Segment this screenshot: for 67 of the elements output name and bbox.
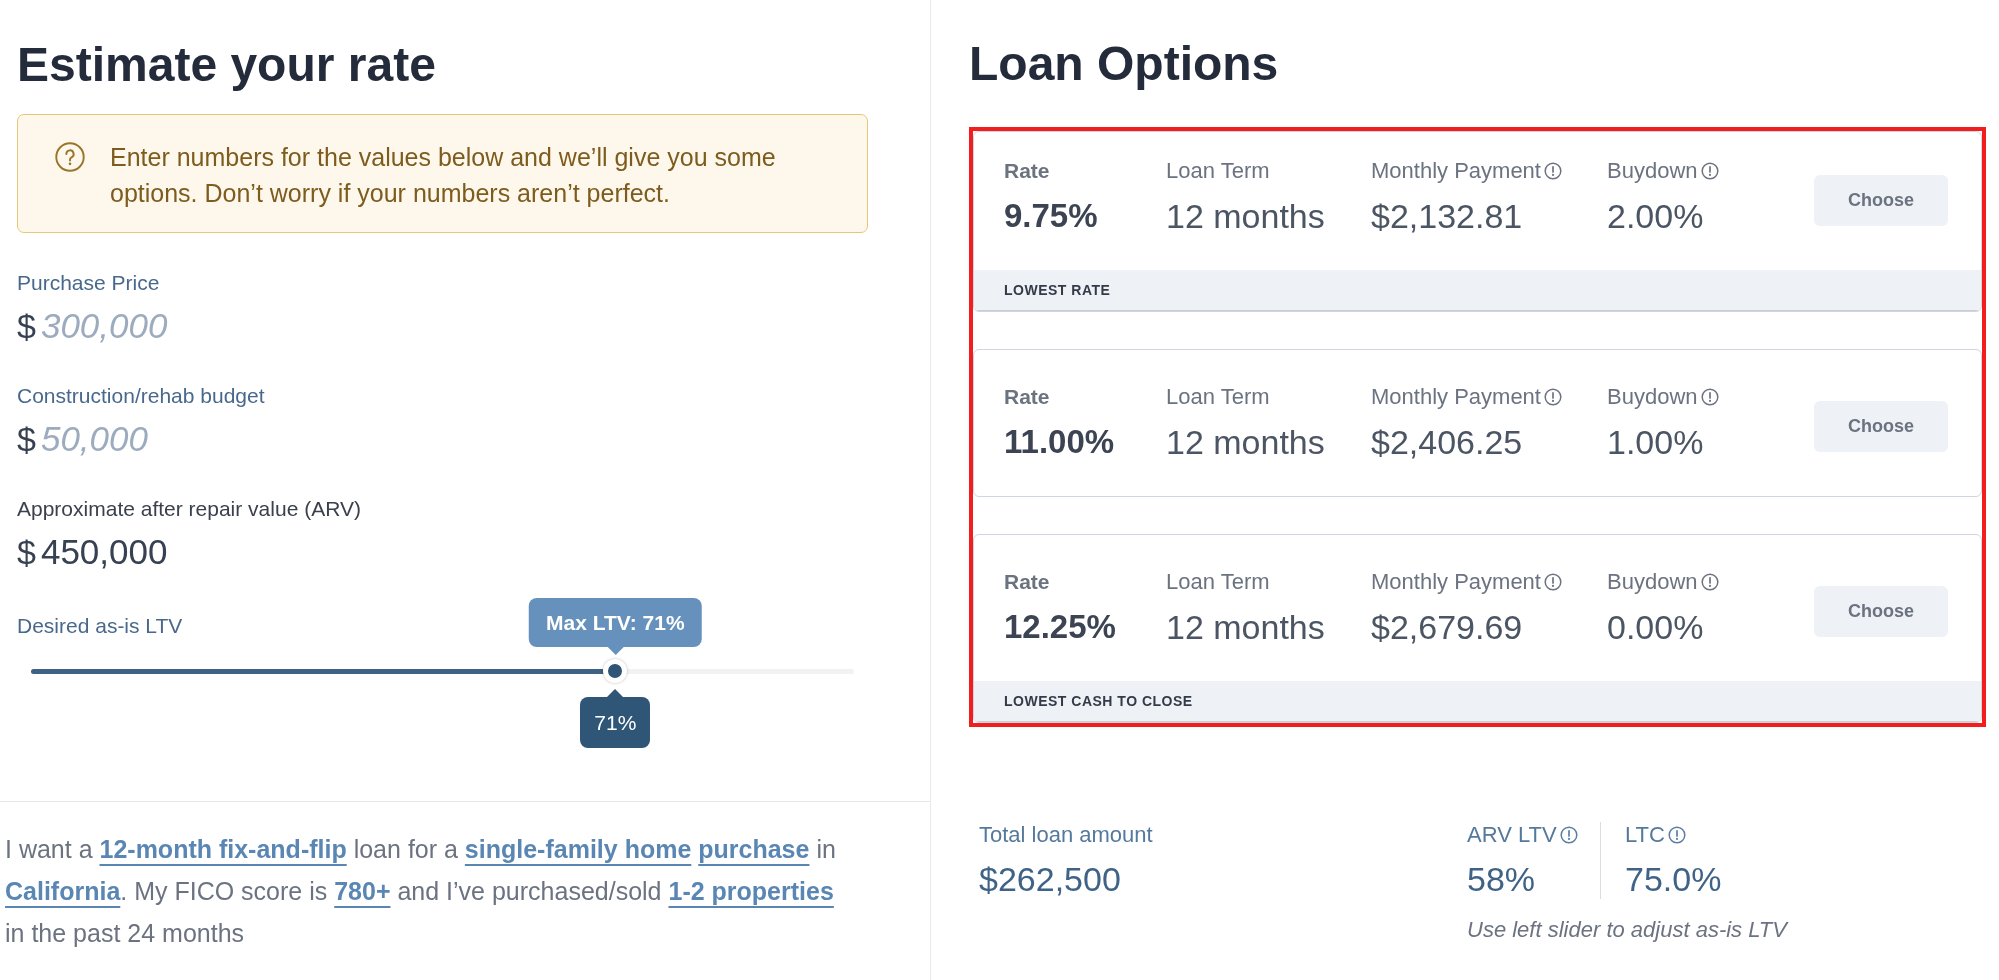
amount-input[interactable]: 450,000	[40, 532, 197, 572]
option-value: 12 months	[1166, 422, 1325, 462]
option-label: Rate	[1004, 569, 1050, 595]
option-label: Buydown	[1607, 569, 1698, 595]
currency-symbol: $	[17, 419, 36, 459]
slider-hint-note: Use left slider to adjust as-is LTV	[1467, 917, 1790, 943]
info-icon[interactable]	[1543, 573, 1562, 591]
stat-value: 75.0%	[1625, 859, 1722, 899]
loan-summary-sentence: I want a 12-month fix-and-flip loan for a single-family home purchase in California. My FICO score is 780+ and I’ve purchased/sold 1-2 properties in the past 24 months	[5, 834, 837, 949]
currency-symbol: $	[17, 306, 36, 346]
page-title: Estimate your rate	[17, 37, 437, 93]
summary-link[interactable]: 1-2 properties	[668, 877, 834, 905]
value-tooltip: 71%	[580, 689, 651, 748]
stat-value: $262,500	[979, 859, 1121, 899]
field-label: Approximate after repair value (ARV)	[17, 496, 361, 522]
option-label: Loan Term	[1166, 384, 1270, 410]
summary-link[interactable]: 780+	[334, 877, 391, 905]
field-label: Construction/rehab budget	[17, 383, 265, 409]
option-tag: LOWEST RATE	[974, 270, 1981, 311]
amount-input[interactable]: 50,000	[40, 419, 177, 459]
amount-input[interactable]: 300,000	[40, 306, 197, 346]
summary-link[interactable]: purchase	[698, 835, 810, 863]
option-label: Loan Term	[1166, 569, 1270, 595]
option-label: Monthly Payment	[1371, 569, 1541, 595]
option-value: 9.75%	[1004, 196, 1098, 236]
option-value: $2,406.25	[1371, 422, 1523, 462]
currency-symbol: $	[17, 532, 36, 572]
stat-value: 58%	[1467, 859, 1536, 899]
info-icon[interactable]	[1559, 826, 1578, 844]
section-title: Loan Options	[969, 36, 1280, 92]
stat-label: LTC	[1625, 822, 1665, 848]
field-label: Purchase Price	[17, 270, 160, 296]
option-label: Buydown	[1607, 384, 1698, 410]
option-value: 1.00%	[1607, 422, 1704, 462]
stat-label: ARV LTV	[1467, 822, 1557, 848]
info-icon[interactable]	[1700, 162, 1719, 180]
help-icon	[55, 142, 85, 172]
option-tag: LOWEST CASH TO CLOSE	[974, 681, 1981, 722]
option-label: Buydown	[1607, 158, 1698, 184]
option-value: 11.00%	[1004, 422, 1115, 462]
choose-button[interactable]: Choose	[1814, 400, 1948, 452]
info-icon[interactable]	[1543, 162, 1562, 180]
option-label: Rate	[1004, 158, 1050, 184]
stat-label: Total loan amount	[979, 822, 1153, 848]
option-label: Rate	[1004, 384, 1050, 410]
option-label: Loan Term	[1166, 158, 1270, 184]
summary-link[interactable]: 12-month fix-and-flip	[99, 835, 347, 863]
choose-button[interactable]: Choose	[1814, 174, 1948, 226]
option-value: $2,679.69	[1371, 607, 1523, 647]
summary-link[interactable]: single-family home	[464, 835, 692, 863]
slider-label: Desired as-is LTV	[17, 613, 183, 639]
info-icon[interactable]	[1700, 388, 1719, 406]
option-label: Monthly Payment	[1371, 158, 1541, 184]
info-icon[interactable]	[1700, 573, 1719, 591]
info-icon[interactable]	[1667, 826, 1686, 844]
option-value: 12.25%	[1004, 607, 1116, 647]
summary-link[interactable]: California	[5, 877, 121, 905]
option-value: 0.00%	[1607, 607, 1704, 647]
option-value: 12 months	[1166, 196, 1325, 236]
option-label: Monthly Payment	[1371, 384, 1541, 410]
max-ltv-tooltip: Max LTV: 71%	[529, 598, 702, 655]
info-icon[interactable]	[1543, 388, 1562, 406]
choose-button[interactable]: Choose	[1814, 585, 1948, 637]
notice-text: Enter numbers for the values below and we’ll give you some options. Don’t worry if your numbers aren’t perfect.	[110, 142, 777, 209]
option-value: 12 months	[1166, 607, 1325, 647]
option-value: $2,132.81	[1371, 196, 1523, 236]
option-value: 2.00%	[1607, 196, 1704, 236]
